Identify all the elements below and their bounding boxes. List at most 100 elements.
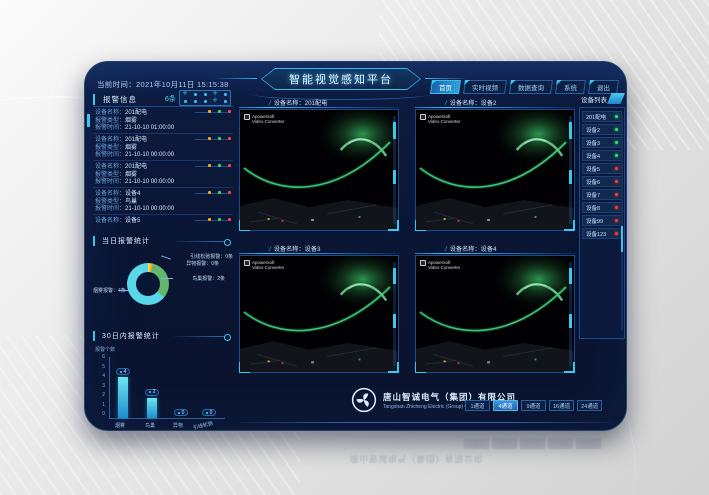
red-dot-icon [228, 137, 231, 140]
nav-button-exit[interactable]: 退出 [588, 80, 619, 94]
green-dot-icon [218, 191, 221, 194]
alarm-time-value: 21-10-10 00:00:00 [125, 152, 174, 158]
device-name: 201配电 [586, 113, 606, 121]
alarm-time-row: 报警时间：21-10-10 00:00:00 [95, 206, 231, 214]
video-scrollbar[interactable] [569, 116, 572, 224]
video-watermark: ApowersoftVideo Converter [420, 114, 460, 124]
alarm-indicators [208, 218, 231, 221]
channel-button-4[interactable]: 4通道 [493, 400, 518, 411]
device-list-scrollbar[interactable] [621, 116, 623, 330]
device-list-item[interactable]: 设备6 [582, 176, 622, 187]
device-name: 设备99 [586, 217, 603, 225]
alarm-list-item[interactable]: 设备名称：201配电 报警类型：烟雾 报警时间：21-10-10 00:00:0… [93, 134, 233, 161]
dot-icon [149, 391, 151, 393]
device-list-item[interactable]: 设备7 [582, 189, 622, 200]
scrollbar-thumb[interactable] [393, 170, 396, 184]
device-name: 设备8 [586, 204, 600, 212]
nav-button-home[interactable]: 首页 [430, 80, 461, 94]
video-name-label: 设备名称： [450, 100, 481, 107]
y-tick: 3 [102, 384, 105, 389]
video-frame[interactable]: ApowersoftVideo Converter [239, 109, 399, 231]
watermark-text: ApowersoftVideo Converter [428, 260, 460, 270]
device-list-item[interactable]: 设备3 [582, 137, 622, 148]
bar-value: 0 [182, 410, 185, 416]
scrollbar-thumb[interactable] [393, 268, 396, 284]
video-scrollbar[interactable] [569, 262, 572, 366]
alarm-list-item[interactable]: 设备名称：设备4 报警类型：鸟巢 报警时间：21-10-10 00:00:00 [93, 188, 233, 215]
alarm-device-value: 201配电 [125, 137, 147, 143]
monthly-stats-header: 30日内报警统计 [93, 329, 233, 342]
field-label: 设备名称： [95, 110, 125, 116]
alarm-list-item[interactable]: 设备名称：201配电 报警类型：烟雾 报警时间：21-10-10 00:00:0… [93, 161, 233, 188]
video-frame[interactable]: ApowersoftVideo Converter [415, 109, 575, 231]
status-dot-icon [615, 141, 618, 144]
nav-button-live-video[interactable]: 实时视频 [463, 80, 507, 94]
video-name-value: 设备2 [481, 100, 497, 107]
scrollbar-thumb[interactable] [569, 122, 572, 138]
video-frame[interactable]: ApowersoftVideo Converter [239, 255, 399, 373]
dot-icon [178, 412, 180, 414]
channel-button-9[interactable]: 9通道 [521, 400, 546, 411]
y-tick: 5 [102, 365, 105, 370]
device-list-item[interactable]: 设备123 [582, 228, 622, 239]
orange-dot-icon [208, 191, 211, 194]
alarm-device-value: 设备4 [125, 191, 140, 197]
video-watermark: ApowersoftVideo Converter [244, 114, 284, 124]
video-cell[interactable]: 设备名称：设备3 ApowersoftVideo Converter [239, 242, 399, 373]
device-list-item[interactable]: 设备4 [582, 150, 622, 161]
video-cell[interactable]: 设备名称：设备2 ApowersoftVideo Converter [415, 96, 575, 231]
scrollbar-thumb[interactable] [569, 268, 572, 284]
alarm-list-item[interactable]: 设备名称：201配电 报警类型：烟雾 报警时间：21-10-10 01:00:0… [93, 107, 233, 134]
video-title-bar: 设备名称：201配电 [239, 96, 399, 109]
field-label: 报警类型： [95, 118, 125, 124]
field-label: 报警类型： [95, 172, 125, 178]
device-list-item[interactable]: 201配电 [582, 111, 622, 122]
device-list-item[interactable]: 设备2 [582, 124, 622, 135]
nav-label: 首页 [439, 82, 452, 92]
scrollbar-thumb[interactable] [393, 122, 396, 138]
device-list-item[interactable]: 设备99 [582, 215, 622, 226]
y-tick: 4 [102, 374, 105, 379]
alarm-device-value: 201配电 [125, 164, 147, 170]
video-scrollbar[interactable] [393, 262, 396, 366]
alarm-time-row: 报警时间：21-10-10 00:00:00 [95, 179, 231, 187]
video-cell[interactable]: 设备名称：201配电 ApowersoftVideo Converter [239, 96, 399, 231]
dot-icon [206, 412, 208, 414]
reflected-company-name: 唐山智诚电气（集团）有限公司 [350, 453, 483, 465]
banner-wing [425, 78, 469, 79]
channel-button-1[interactable]: 1通道 [465, 400, 490, 411]
video-frame[interactable]: ApowersoftVideo Converter [415, 255, 575, 373]
device-list-item[interactable]: 设备5 [582, 163, 622, 174]
today-stats-header: 当日报警统计 [93, 234, 233, 247]
video-scene [416, 110, 574, 230]
video-cell[interactable]: 设备名称：设备4 ApowersoftVideo Converter [415, 242, 575, 373]
channel-button-16[interactable]: 16通道 [549, 400, 574, 411]
device-list-item[interactable]: 设备8 [582, 202, 622, 213]
header-line [171, 241, 225, 242]
field-label: 设备名称： [95, 191, 125, 197]
scrollbar-thumb[interactable] [393, 314, 396, 328]
video-scrollbar[interactable] [393, 116, 396, 224]
device-name: 设备6 [586, 178, 600, 186]
video-scene [240, 110, 398, 230]
device-list-tab-icon[interactable] [607, 93, 625, 104]
channel-button-24[interactable]: 24通道 [577, 400, 602, 411]
leader-line [161, 278, 173, 279]
device-list-header: 设备列表 [581, 93, 625, 104]
nav-button-system[interactable]: 系统 [555, 80, 586, 94]
video-title-bar: 设备名称：设备2 [415, 96, 575, 109]
scrollbar-thumb[interactable] [569, 170, 572, 184]
status-dot-icon [615, 219, 618, 222]
scrollbar-thumb[interactable] [569, 314, 572, 328]
alarm-list-item[interactable]: 设备名称：设备5 [93, 215, 233, 228]
green-dot-icon [218, 164, 221, 167]
video-title: 设备名称：设备3 [269, 244, 321, 253]
alarm-indicators [208, 191, 231, 194]
field-label: 设备名称： [95, 137, 125, 143]
bar-column: 2 [141, 357, 163, 418]
nav-button-data-query[interactable]: 数据查询 [509, 80, 553, 94]
left-scroll-thumb[interactable] [87, 114, 90, 127]
device-list-scroll-thumb[interactable] [621, 226, 623, 252]
field-label: 报警类型： [95, 199, 125, 205]
reflected-channels: 1通道 4通道 9通道 16通道 24通道 [464, 438, 601, 449]
